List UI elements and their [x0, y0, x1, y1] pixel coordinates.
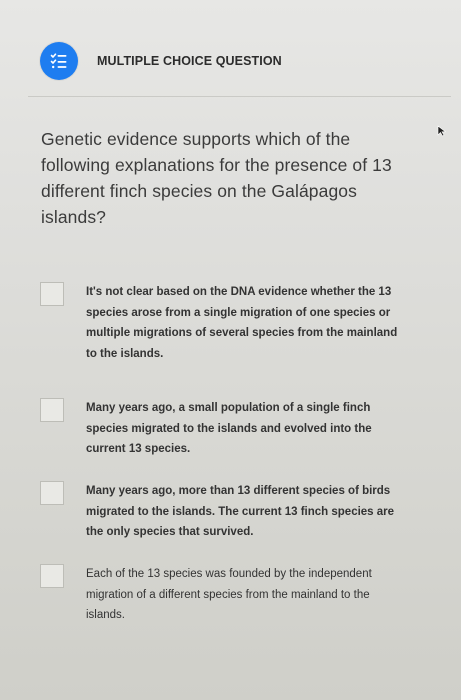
answer-option-text: Each of the 13 species was founded by th… [86, 568, 372, 621]
answer-option-3[interactable]: Many years ago, more than 13 different s… [40, 481, 398, 543]
answer-checkbox-3[interactable] [40, 481, 64, 505]
question-type-label: MULTIPLE CHOICE QUESTION [97, 54, 282, 68]
list-check-icon [40, 42, 78, 80]
divider [28, 96, 451, 97]
answer-option-text: Many years ago, a small population of a … [86, 402, 372, 455]
question-header: MULTIPLE CHOICE QUESTION [40, 42, 282, 80]
answer-checkbox-4[interactable] [40, 564, 64, 588]
question-text: Genetic evidence supports which of the f… [41, 129, 392, 227]
answer-checkbox-2[interactable] [40, 398, 64, 422]
answer-option-text: Many years ago, more than 13 different s… [86, 485, 395, 538]
answer-option-4[interactable]: Each of the 13 species was founded by th… [40, 564, 398, 626]
answer-option-text: It's not clear based on the DNA evidence… [86, 286, 398, 360]
question-page: MULTIPLE CHOICE QUESTION Genetic evidenc… [0, 0, 461, 700]
answer-checkbox-1[interactable] [40, 282, 64, 306]
answer-option-2[interactable]: Many years ago, a small population of a … [40, 398, 398, 460]
answer-option-1[interactable]: It's not clear based on the DNA evidence… [40, 282, 398, 364]
